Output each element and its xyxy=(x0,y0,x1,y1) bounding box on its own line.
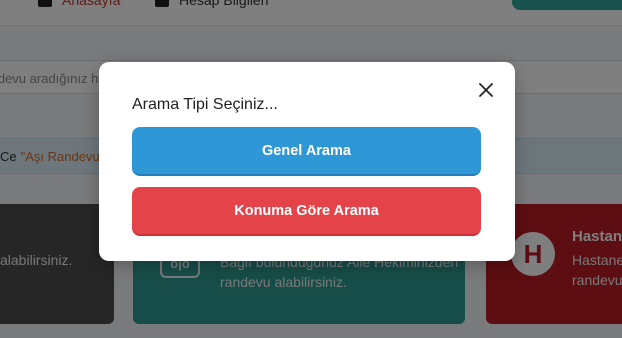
location-search-button[interactable]: Konuma Göre Arama xyxy=(132,187,481,236)
close-button[interactable] xyxy=(476,80,496,100)
close-icon xyxy=(479,83,493,97)
general-search-button[interactable]: Genel Arama xyxy=(132,127,481,176)
modal-title: Arama Tipi Seçiniz... xyxy=(132,96,278,113)
search-type-modal: Arama Tipi Seçiniz... Genel Arama Konuma… xyxy=(99,62,515,261)
